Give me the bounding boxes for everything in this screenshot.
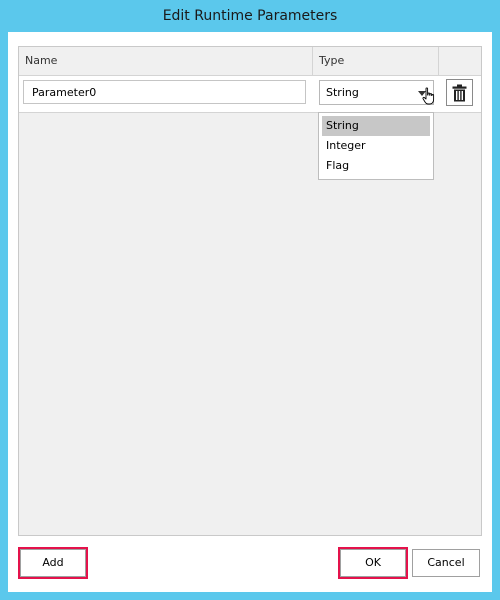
table-row: String (19, 76, 481, 113)
column-header-actions (439, 47, 481, 75)
grid-header: Name Type (19, 47, 481, 76)
parameter-name-input[interactable] (23, 80, 306, 104)
trash-icon (452, 84, 467, 101)
cancel-button[interactable]: Cancel (412, 549, 480, 577)
dropdown-option-string[interactable]: String (322, 116, 430, 136)
dialog-body: Name Type String (8, 32, 492, 592)
dialog-window: Edit Runtime Parameters Name Type String (0, 0, 500, 600)
dialog-title: Edit Runtime Parameters (162, 8, 338, 24)
type-dropdown-list: String Integer Flag (318, 112, 434, 180)
parameter-type-value: String (326, 86, 359, 99)
ok-button-highlight (338, 547, 408, 579)
parameter-type-select[interactable]: String (319, 80, 435, 105)
dropdown-option-flag[interactable]: Flag (322, 156, 430, 176)
add-button-highlight (18, 547, 88, 579)
parameters-grid: Name Type String (18, 46, 482, 536)
column-header-type[interactable]: Type (313, 47, 439, 75)
delete-row-button[interactable] (446, 79, 473, 106)
column-header-name[interactable]: Name (19, 47, 313, 75)
hand-cursor-icon (422, 87, 435, 105)
dropdown-option-integer[interactable]: Integer (322, 136, 430, 156)
